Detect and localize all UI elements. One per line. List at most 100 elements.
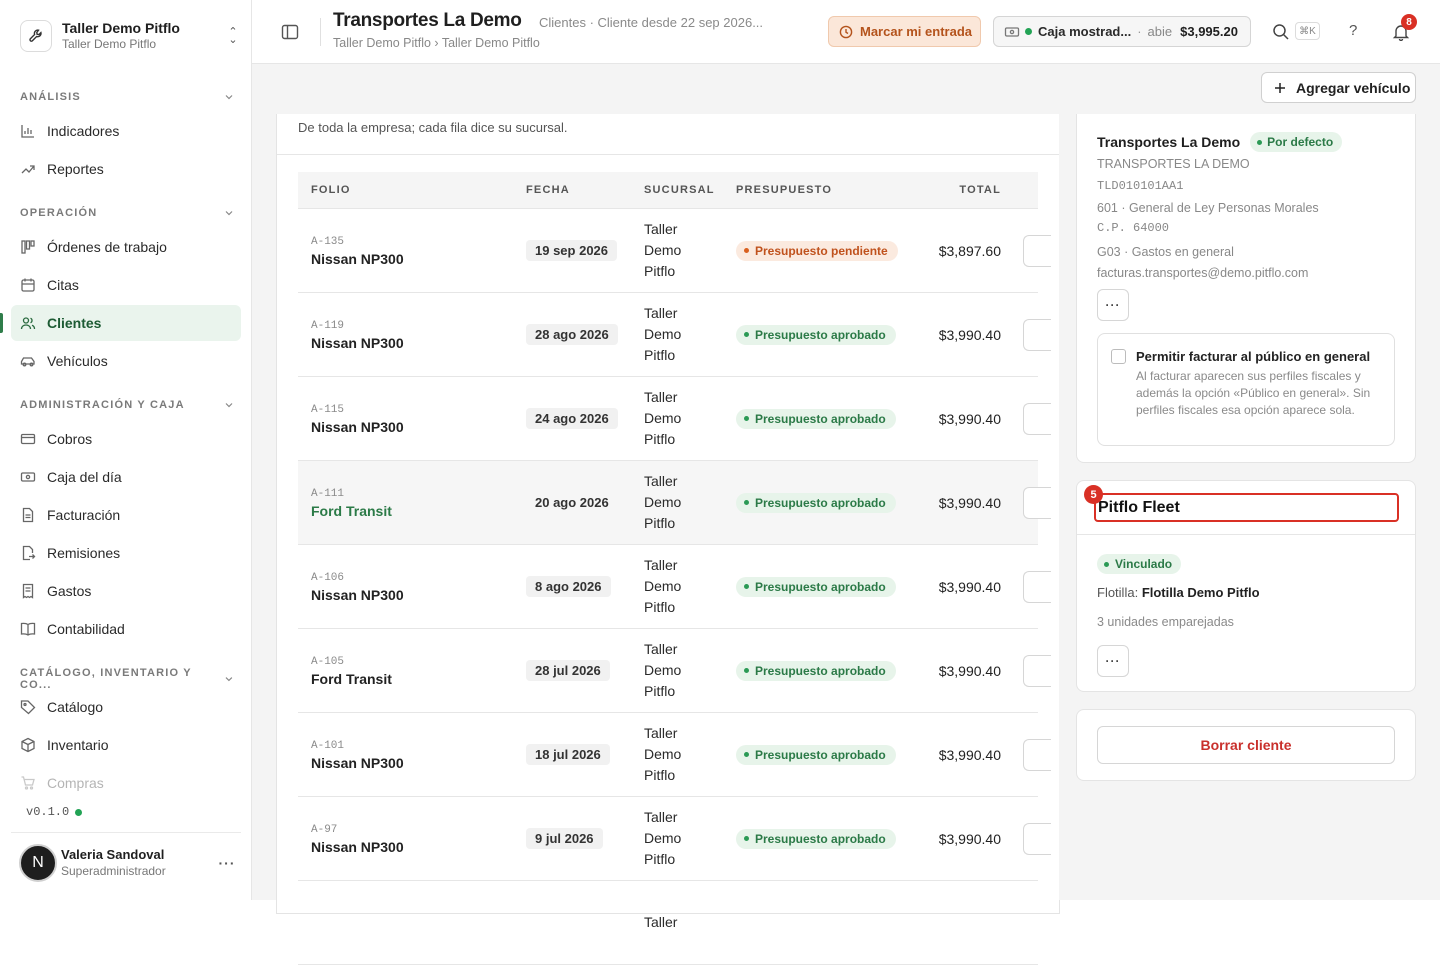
- sidebar-item-remisiones[interactable]: Remisiones: [11, 535, 241, 571]
- row-action-button[interactable]: [1023, 402, 1051, 435]
- table-row[interactable]: A-97 Nissan NP300 9 jul 2026 Taller Demo Pitf…: [298, 797, 1051, 881]
- table-row[interactable]: A-111 Ford Transit 20 ago 2026 Taller Demo Pi…: [298, 461, 1051, 545]
- table-row[interactable]: A-115 Nissan NP300 24 ago 2026 Taller Demo Pi…: [298, 377, 1051, 461]
- sidebar-item-caja[interactable]: Caja del día: [11, 459, 241, 495]
- vehicle-name[interactable]: Ford Transit: [311, 502, 512, 520]
- orders-card: De toda la empresa; cada fila dice su su…: [276, 114, 1061, 965]
- branch-line: Demo: [644, 746, 682, 762]
- sidebar-item-inventario[interactable]: Inventario: [11, 727, 241, 763]
- section-operacion[interactable]: OPERACIÓN: [20, 207, 234, 219]
- danger-card: Borrar cliente: [1076, 709, 1416, 781]
- more-icon[interactable]: ···: [213, 855, 241, 871]
- sidebar-item-reportes[interactable]: Reportes: [11, 151, 241, 187]
- chevron-down-icon: [225, 211, 233, 216]
- column-header-presupuesto[interactable]: PRESUPUESTO: [736, 184, 906, 196]
- vehicle-name[interactable]: Nissan NP300: [311, 418, 512, 436]
- page-meta: Clientes · Cliente desde 22 sep 2026...: [539, 15, 764, 30]
- bar-chart-icon: [21, 125, 34, 138]
- cash-icon: [20, 472, 36, 482]
- clock-in-button[interactable]: Marcar mi entrada: [828, 16, 981, 47]
- section-label: CATÁLOGO, INVENTARIO Y CO...: [20, 667, 192, 691]
- column-header-fecha[interactable]: FECHA: [512, 184, 644, 196]
- table-row[interactable]: Taller: [298, 881, 1038, 965]
- profile-more-button[interactable]: ···: [1097, 289, 1129, 321]
- status-dot: [75, 808, 83, 816]
- sidebar-item-compras[interactable]: Compras: [11, 765, 241, 801]
- row-action-button[interactable]: [1023, 822, 1051, 855]
- search-icon[interactable]: [1272, 23, 1290, 41]
- orders-table: FOLIO FECHA SUCURSAL PRESUPUESTO TOTAL A…: [298, 172, 1051, 965]
- branch-line: Taller: [644, 725, 678, 741]
- sidebar: Taller Demo Pitflo Taller Demo Pitflo ⌃ ⌄…: [0, 0, 252, 900]
- rfc: TLD010101AA1: [1097, 179, 1184, 193]
- row-action-button[interactable]: [1023, 570, 1051, 603]
- table-row[interactable]: A-135 Nissan NP300 19 sep 2026 Taller Demo Pi…: [298, 209, 1051, 293]
- tax-regime: 601 · General de Ley Personas Morales: [1097, 201, 1319, 215]
- branch-line: Demo: [644, 662, 682, 678]
- shortcut-hint: ⌘K: [1295, 22, 1320, 40]
- vehicle-name[interactable]: Nissan NP300: [311, 586, 512, 604]
- sidebar-item-gastos[interactable]: Gastos: [11, 573, 241, 609]
- sidebar-item-contabilidad[interactable]: Contabilidad: [11, 611, 241, 647]
- sidebar-item-catalogo[interactable]: Catálogo: [11, 689, 241, 725]
- add-vehicle-button[interactable]: Agregar vehículo: [1261, 72, 1416, 103]
- document-icon: [22, 507, 34, 523]
- breadcrumb[interactable]: Taller Demo Pitflo › Taller Demo Pitflo: [333, 36, 540, 50]
- total-amount: $3,990.40: [938, 410, 1001, 427]
- column-header-total[interactable]: TOTAL: [906, 184, 1006, 196]
- row-action-button[interactable]: [1023, 234, 1051, 267]
- column-header-folio[interactable]: FOLIO: [298, 184, 512, 196]
- column-header-sucursal[interactable]: SUCURSAL: [644, 184, 736, 196]
- sidebar-item-citas[interactable]: Citas: [11, 267, 241, 303]
- sidebar-item-clientes[interactable]: Clientes: [11, 305, 241, 341]
- branch-line: Pitflo: [644, 683, 676, 699]
- row-action-button[interactable]: [1023, 654, 1051, 687]
- vehicle-name[interactable]: Nissan NP300: [311, 334, 512, 352]
- row-action-button[interactable]: [1023, 738, 1051, 771]
- table-row[interactable]: A-105 Ford Transit 28 jul 2026 Taller Demo Pi…: [298, 629, 1051, 713]
- folio-id: A-101: [311, 739, 345, 752]
- plus-icon: [1275, 82, 1285, 93]
- section-label: ANÁLISIS: [20, 91, 81, 103]
- vehicle-name[interactable]: Nissan NP300: [311, 838, 512, 856]
- help-icon[interactable]: ?: [1349, 22, 1357, 39]
- card-icon: [20, 433, 36, 445]
- section-catalogo[interactable]: CATÁLOGO, INVENTARIO Y CO...: [20, 667, 234, 691]
- public-billing-checkbox[interactable]: [1111, 349, 1126, 364]
- sidebar-item-cobros[interactable]: Cobros: [11, 421, 241, 457]
- section-analisis[interactable]: ANÁLISIS: [20, 91, 234, 103]
- sidebar-toggle-icon[interactable]: [280, 22, 300, 42]
- delete-client-button[interactable]: Borrar cliente: [1097, 726, 1395, 764]
- branch-line: Demo: [644, 830, 682, 846]
- table-row[interactable]: A-106 Nissan NP300 8 ago 2026 Taller Demo Pit…: [298, 545, 1051, 629]
- branch-name: Taller Demo Pitflo: [644, 639, 736, 702]
- sidebar-item-vehiculos[interactable]: Vehículos: [11, 343, 241, 379]
- section-administracion[interactable]: ADMINISTRACIÓN Y CAJA: [20, 399, 234, 411]
- cash-register-selector[interactable]: Caja mostrad... · abie $3,995.20: [993, 16, 1251, 47]
- cash-register-name: Caja mostrad...: [1038, 24, 1132, 39]
- row-action-button[interactable]: [1023, 318, 1051, 351]
- branch-line: Demo: [644, 578, 682, 594]
- date-pill: 20 ago 2026: [535, 495, 609, 510]
- total-amount: $3,990.40: [938, 326, 1001, 343]
- table-row[interactable]: A-119 Nissan NP300 28 ago 2026 Taller Demo Pi…: [298, 293, 1051, 377]
- sidebar-item-ordenes[interactable]: Órdenes de trabajo: [11, 229, 241, 265]
- status-label: Presupuesto aprobado: [755, 663, 886, 678]
- row-action-button[interactable]: [1023, 486, 1051, 519]
- fleet-more-button[interactable]: ···: [1097, 645, 1129, 677]
- vehicle-name[interactable]: Nissan NP300: [311, 250, 512, 268]
- vehicle-name[interactable]: Ford Transit: [311, 670, 512, 688]
- orders-note: De toda la empresa; cada fila dice su su…: [298, 120, 568, 135]
- sidebar-item-facturacion[interactable]: Facturación: [11, 497, 241, 533]
- sidebar-item-indicadores[interactable]: Indicadores: [11, 113, 241, 149]
- kanban-icon: [21, 240, 35, 254]
- vehicle-name[interactable]: Nissan NP300: [311, 754, 512, 772]
- status-badge: Presupuesto aprobado: [736, 576, 896, 597]
- fleet-name-input[interactable]: Pitflo Fleet: [1094, 493, 1399, 522]
- table-row[interactable]: A-101 Nissan NP300 18 jul 2026 Taller Demo Pi…: [298, 713, 1051, 797]
- sidebar-item-label: Cobros: [47, 431, 93, 447]
- org-switcher[interactable]: Taller Demo Pitflo Taller Demo Pitflo ⌃ ⌄: [20, 17, 240, 55]
- user-menu[interactable]: N Valeria Sandoval Superadministrador ··…: [11, 832, 241, 892]
- branch-line: Taller: [644, 389, 678, 405]
- add-vehicle-label: Agregar vehículo: [1296, 79, 1411, 96]
